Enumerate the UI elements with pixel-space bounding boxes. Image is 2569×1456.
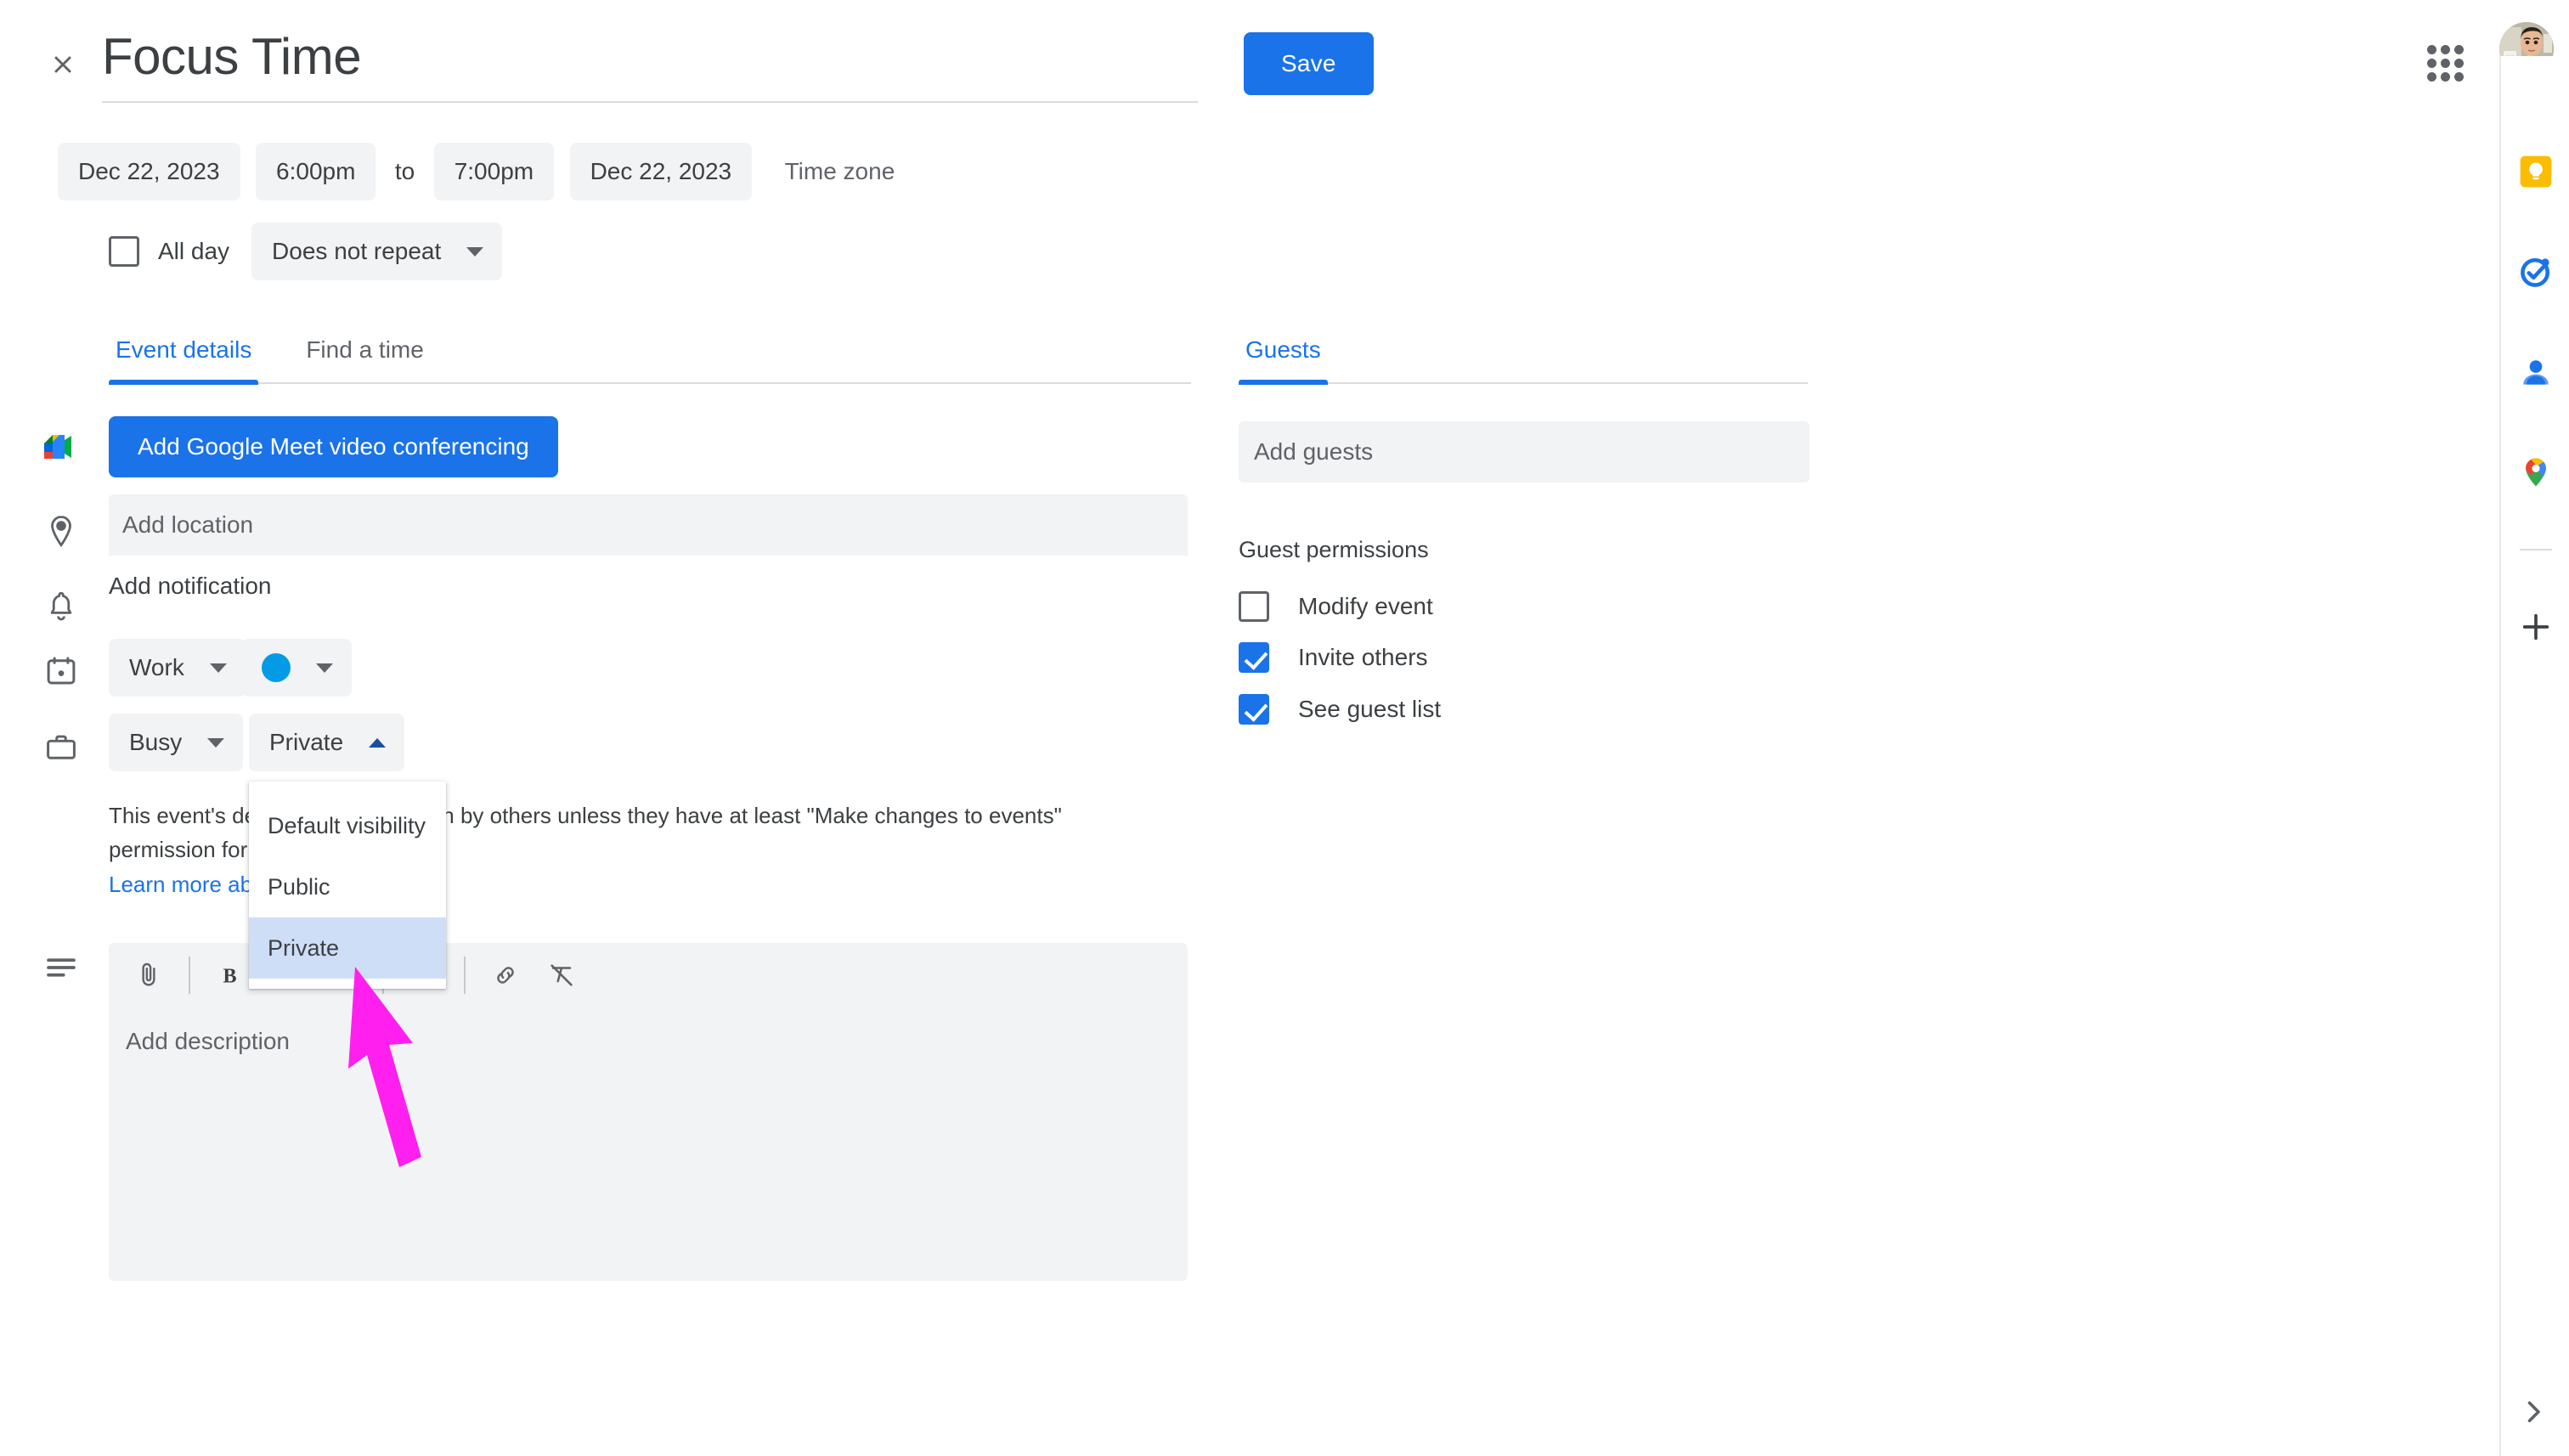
permission-label: Invite others: [1298, 644, 1428, 670]
calendar-value: Work: [129, 654, 184, 680]
chevron-down-icon: [207, 737, 225, 748]
google-tasks-icon[interactable]: [2514, 250, 2558, 294]
google-meet-icon: [39, 426, 80, 467]
bell-icon: [41, 586, 82, 627]
google-contacts-icon[interactable]: [2514, 350, 2558, 394]
add-ons-plus-icon[interactable]: [2514, 605, 2558, 649]
toolbar-divider: [464, 957, 466, 994]
description-textarea[interactable]: [109, 1007, 1188, 1281]
toolbar-divider: [189, 957, 190, 994]
chevron-up-icon: [369, 737, 387, 748]
show-side-panel-icon[interactable]: [2513, 1391, 2554, 1432]
visibility-option-default[interactable]: Default visibility: [249, 795, 446, 856]
invite-others-checkbox[interactable]: [1239, 642, 1269, 673]
calendar-select[interactable]: Work: [109, 639, 246, 697]
see-guest-list-checkbox[interactable]: [1239, 694, 1269, 725]
save-button[interactable]: Save: [1244, 32, 1374, 95]
visibility-value: Private: [269, 729, 344, 755]
visibility-select[interactable]: Private: [249, 714, 405, 771]
briefcase-icon: [41, 727, 82, 768]
google-keep-icon[interactable]: [2514, 150, 2558, 194]
location-pin-icon: [41, 511, 82, 552]
permission-see-guest-list[interactable]: See guest list: [1239, 694, 1441, 725]
availability-value: Busy: [129, 729, 183, 755]
google-maps-icon[interactable]: [2514, 450, 2558, 494]
description-lines-icon: [41, 947, 82, 988]
add-notification-button[interactable]: Add notification: [109, 573, 271, 600]
right-tabs: Guests: [1239, 336, 1808, 385]
visibility-dropdown-menu: Default visibility Public Private: [249, 782, 446, 989]
guest-permissions-title: Guest permissions: [1239, 537, 1429, 562]
svg-text:B: B: [223, 966, 237, 988]
insert-link-icon[interactable]: [477, 947, 534, 1003]
calendar-icon: [41, 651, 82, 691]
apps-grid-icon[interactable]: [2411, 29, 2479, 97]
tab-guests[interactable]: Guests: [1239, 336, 1328, 385]
visibility-option-public[interactable]: Public: [249, 856, 446, 917]
attach-file-icon[interactable]: [121, 947, 177, 1003]
event-details-form: Add Google Meet video conferencing Add n…: [0, 0, 1223, 1456]
permission-label: See guest list: [1298, 696, 1442, 722]
permission-label: Modify event: [1298, 593, 1433, 619]
rail-divider: [2520, 549, 2552, 550]
chevron-down-icon: [316, 663, 333, 673]
color-swatch: [262, 653, 291, 682]
side-rail: [2499, 56, 2569, 1456]
modify-event-checkbox[interactable]: [1239, 591, 1269, 622]
chevron-down-icon: [209, 663, 227, 673]
clear-formatting-icon[interactable]: [534, 947, 590, 1003]
event-color-select[interactable]: [241, 639, 352, 697]
location-input[interactable]: [109, 494, 1188, 556]
event-editor-page: Save Dec 22, 2023: [0, 0, 2569, 1456]
availability-select[interactable]: Busy: [109, 714, 244, 771]
add-guests-input[interactable]: [1239, 421, 1810, 483]
add-google-meet-button[interactable]: Add Google Meet video conferencing: [109, 416, 558, 477]
permission-modify-event[interactable]: Modify event: [1239, 591, 1433, 622]
permission-invite-others[interactable]: Invite others: [1239, 642, 1428, 673]
visibility-option-private[interactable]: Private: [249, 917, 446, 979]
